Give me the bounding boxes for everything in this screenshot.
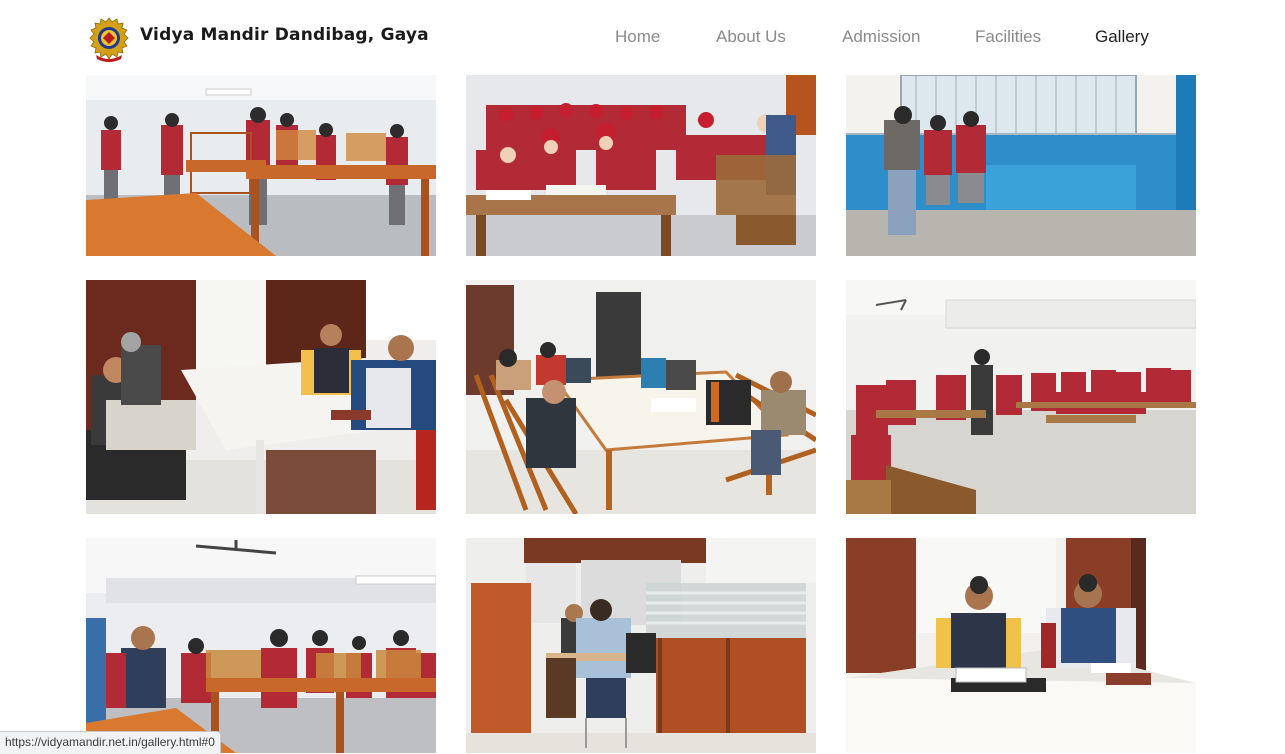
brand-name: Vidya Mandir Dandibag, Gaya (140, 25, 429, 45)
nav-about-us[interactable]: About Us (716, 27, 786, 47)
nav-admission[interactable]: Admission (842, 27, 920, 47)
site-header: Vidya Mandir Dandibag, Gaya Home About U… (0, 0, 1285, 75)
gallery-photo-principal-meeting[interactable] (86, 280, 436, 514)
gallery-photo-staff-meeting[interactable] (466, 280, 816, 514)
school-crest-logo (89, 17, 129, 62)
photo-staff-meeting (466, 280, 816, 514)
nav-home[interactable]: Home (615, 27, 660, 47)
photo-lab-teacher (86, 538, 436, 753)
photo-classroom (466, 75, 816, 256)
status-bar-url: https://vidyamandir.net.in/gallery.html#… (0, 731, 221, 754)
gallery-photo-principal-desk[interactable] (846, 538, 1196, 753)
photo-principal-meeting (86, 280, 436, 514)
nav-facilities[interactable]: Facilities (975, 27, 1041, 47)
photo-office-counter (846, 75, 1196, 256)
gallery-photo-office-counter[interactable] (846, 75, 1196, 256)
photo-hall-students (846, 280, 1196, 514)
photo-lab-students (86, 75, 436, 256)
gallery-photo-hall-students[interactable] (846, 280, 1196, 514)
gallery-photo-lab-students[interactable] (86, 75, 436, 256)
gallery-photo-lab-teacher[interactable] (86, 538, 436, 753)
brand-link[interactable]: Vidya Mandir Dandibag, Gaya (88, 14, 429, 64)
nav-gallery[interactable]: Gallery (1095, 27, 1149, 47)
gallery-photo-office-cubicles[interactable] (466, 538, 816, 753)
photo-office-cubicles (466, 538, 816, 753)
photo-principal-desk (846, 538, 1196, 753)
gallery-photo-classroom[interactable] (466, 75, 816, 256)
